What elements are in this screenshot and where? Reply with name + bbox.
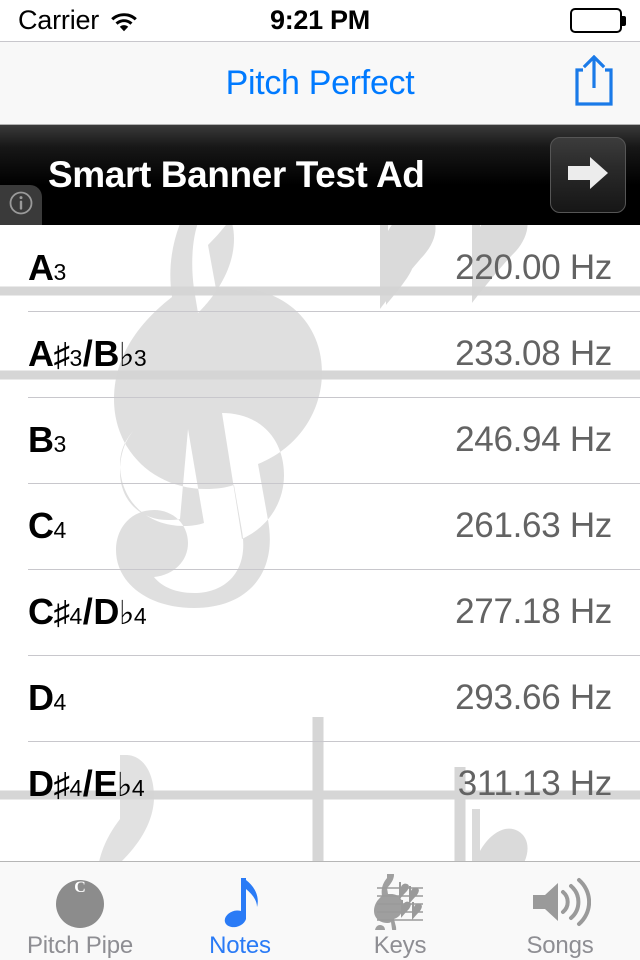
notes-list[interactable]: A3 220.00 Hz A ♯ 3/B ♭ 3 233.08 Hz B3 246.94… bbox=[0, 225, 640, 876]
tab-label-notes: Notes bbox=[209, 932, 271, 959]
note-label: A ♯ 3/B ♭ 3 bbox=[28, 333, 147, 374]
note-label: D ♯ 4/E ♭ 4 bbox=[28, 763, 145, 804]
tab-label-keys: Keys bbox=[373, 932, 427, 959]
arrow-right-icon bbox=[566, 153, 610, 198]
table-row[interactable]: C4 261.63 Hz bbox=[0, 483, 640, 569]
note-label: D4 bbox=[28, 677, 66, 718]
tab-songs[interactable]: Songs bbox=[480, 862, 640, 960]
note-frequency: 277.18 Hz bbox=[455, 592, 612, 631]
battery-full-icon bbox=[570, 8, 626, 33]
note-frequency: 293.66 Hz bbox=[455, 678, 612, 717]
note-label: C ♯ 4/D ♭ 4 bbox=[28, 591, 147, 632]
tab-bar: C Pitch Pipe Notes Keys Songs bbox=[0, 861, 640, 960]
info-circle-icon bbox=[8, 190, 34, 221]
tab-label-songs: Songs bbox=[526, 932, 594, 959]
table-row[interactable]: B3 246.94 Hz bbox=[0, 397, 640, 483]
note-label: A3 bbox=[28, 247, 66, 288]
ad-banner[interactable]: Smart Banner Test Ad bbox=[0, 125, 640, 225]
table-row[interactable]: A ♯ 3/B ♭ 3 233.08 Hz bbox=[0, 311, 640, 397]
app-root: Carrier 9:21 PM Pitch Perfect Smart Bann… bbox=[0, 0, 640, 960]
note-frequency: 233.08 Hz bbox=[455, 334, 612, 373]
eighth-note-icon bbox=[217, 874, 263, 930]
status-bar: Carrier 9:21 PM bbox=[0, 0, 640, 41]
note-label: B3 bbox=[28, 419, 66, 460]
table-row[interactable]: D ♯ 4/E ♭ 4 311.13 Hz bbox=[0, 741, 640, 827]
tab-keys[interactable]: Keys bbox=[320, 862, 480, 960]
tab-pitch-pipe[interactable]: C Pitch Pipe bbox=[0, 862, 160, 960]
note-frequency: 261.63 Hz bbox=[455, 506, 612, 545]
page-title: Pitch Perfect bbox=[225, 63, 415, 102]
share-icon bbox=[572, 54, 616, 112]
table-row[interactable]: C ♯ 4/D ♭ 4 277.18 Hz bbox=[0, 569, 640, 655]
tab-notes[interactable]: Notes bbox=[160, 862, 320, 960]
pitch-pipe-icon: C bbox=[52, 874, 108, 930]
status-bar-clock: 9:21 PM bbox=[270, 5, 370, 35]
speaker-waves-icon bbox=[529, 874, 591, 930]
note-frequency: 220.00 Hz bbox=[455, 248, 612, 287]
ad-info-button[interactable] bbox=[0, 185, 42, 225]
treble-clef-key-signature-icon bbox=[371, 874, 429, 930]
table-row[interactable]: D4 293.66 Hz bbox=[0, 655, 640, 741]
table-row[interactable]: A3 220.00 Hz bbox=[0, 225, 640, 311]
status-bar-right bbox=[570, 8, 626, 33]
note-frequency: 311.13 Hz bbox=[457, 764, 613, 803]
ad-banner-action-button[interactable] bbox=[550, 137, 626, 213]
notes-rows: A3 220.00 Hz A ♯ 3/B ♭ 3 233.08 Hz B3 246.94… bbox=[0, 225, 640, 827]
tab-label-pitch-pipe: Pitch Pipe bbox=[26, 932, 134, 959]
note-label: C4 bbox=[28, 505, 66, 546]
share-button[interactable] bbox=[570, 54, 618, 112]
ad-banner-title: Smart Banner Test Ad bbox=[48, 154, 425, 195]
navigation-bar: Pitch Perfect bbox=[0, 41, 640, 125]
note-frequency: 246.94 Hz bbox=[455, 420, 612, 459]
svg-text:C: C bbox=[74, 879, 86, 896]
